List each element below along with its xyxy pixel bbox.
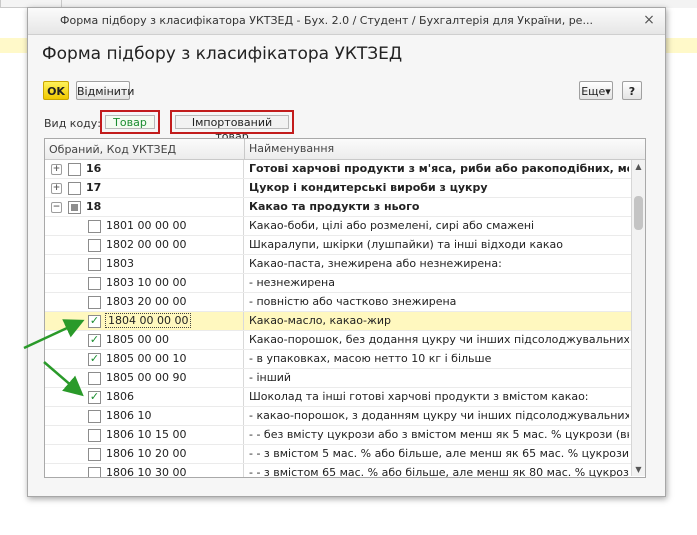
arrow-to-cocoa-butter xyxy=(23,319,85,350)
annotation-arrows xyxy=(23,319,85,397)
arrow-to-chocolate xyxy=(43,361,84,397)
